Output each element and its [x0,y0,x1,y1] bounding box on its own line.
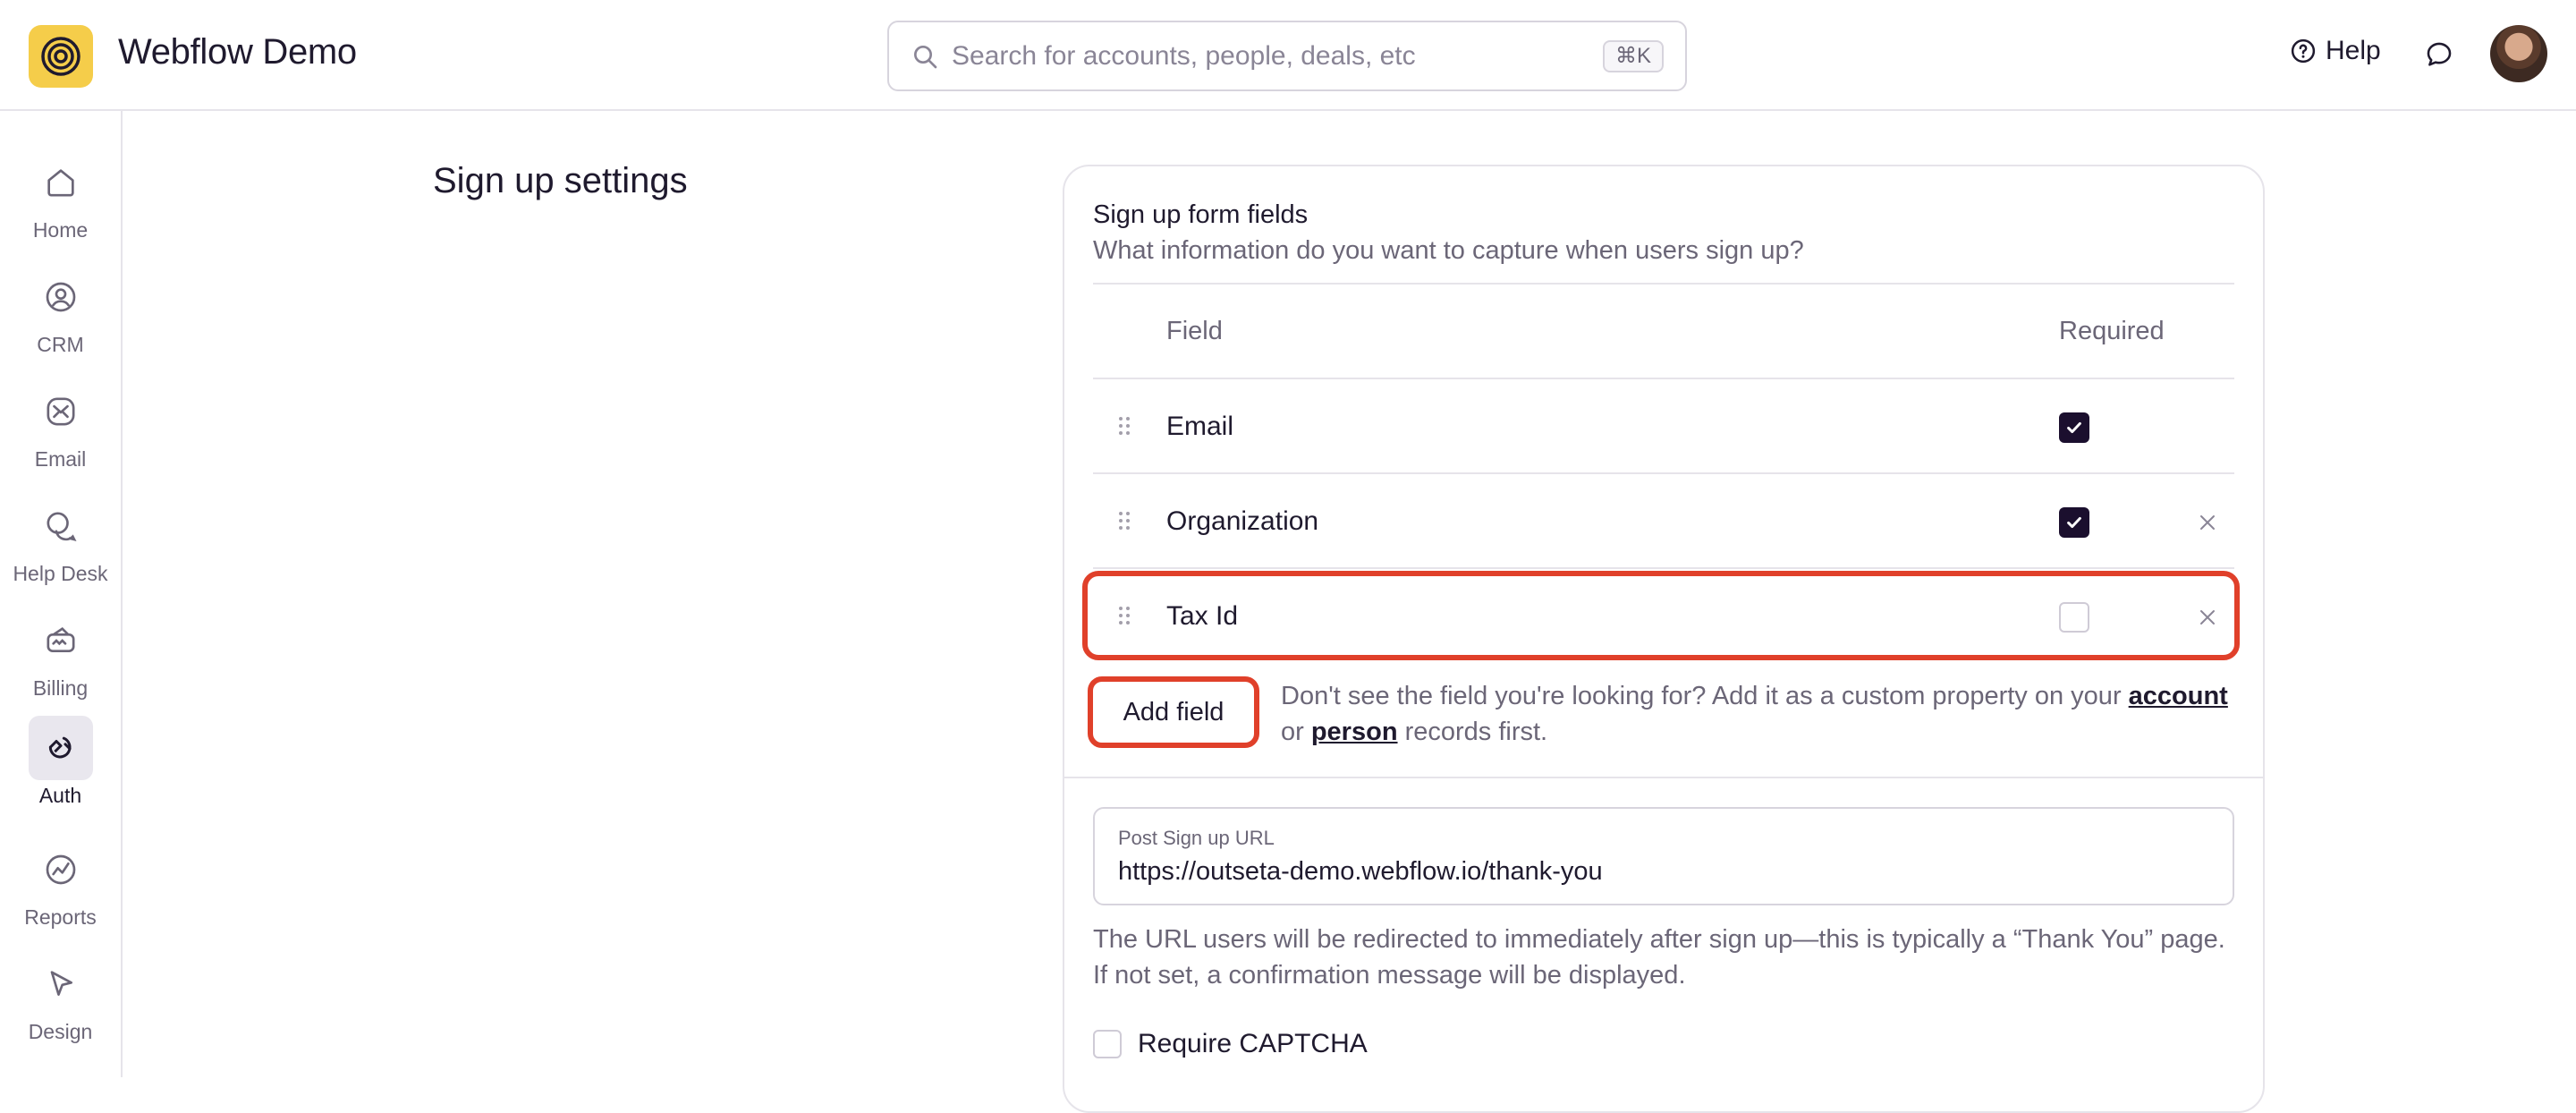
app-title: Webflow Demo [118,32,357,72]
post-signup-url-input[interactable] [1118,857,2191,887]
captcha-checkbox[interactable] [1093,1030,1122,1058]
section-title: Sign up form fields [1093,200,1309,229]
person-link[interactable]: person [1311,718,1398,746]
reports-icon [46,854,75,885]
search-shortcut-badge: ⌘K [1602,40,1664,72]
post-signup-url-field[interactable]: Post Sign up URL [1093,807,2234,905]
field-name: Email [1166,412,1234,441]
required-checkbox[interactable] [2059,507,2089,538]
column-header-required: Required [2059,317,2165,345]
hint-text: or [1281,718,1311,746]
divider [1093,283,2234,285]
chat-bubbles-icon [47,512,77,542]
app-logo[interactable] [29,25,93,88]
sidebar-item-label: Home [32,218,89,242]
auth-icon [48,736,71,759]
home-icon [47,169,74,197]
sidebar-item-reports[interactable]: Reports [0,837,121,936]
sidebar-item-billing[interactable]: Billing [0,608,121,707]
spiral-logo-icon [41,37,80,76]
divider [1093,567,2234,569]
sidebar-item-help-desk[interactable]: Help Desk [0,494,121,592]
drag-handle-icon[interactable] [1118,605,1131,626]
sidebar-item-home[interactable]: Home [0,150,121,249]
column-header-field: Field [1166,317,1223,345]
captcha-label: Require CAPTCHA [1138,1029,1368,1058]
hint-text: records first. [1397,718,1548,746]
field-label: Post Sign up URL [1118,827,1275,849]
sidebar-item-crm[interactable]: CRM [0,265,121,363]
add-field-button[interactable]: Add field [1088,676,1259,748]
required-checkbox[interactable] [2059,602,2089,633]
user-avatar[interactable] [2490,25,2547,82]
sidebar-item-design[interactable]: Design [0,952,121,1050]
drag-handle-icon[interactable] [1118,510,1131,531]
check-icon [2067,516,2081,529]
check-icon [2067,421,2081,434]
hint-text: Don't see the field you're looking for? … [1281,682,2129,710]
divider [1093,378,2234,379]
sidebar-item-label: Design [28,1020,93,1043]
drag-handle-icon[interactable] [1118,415,1131,437]
captcha-option[interactable]: Require CAPTCHA [1093,1029,1368,1059]
question-circle-icon [2291,38,2316,64]
field-name: Organization [1166,506,1319,536]
signup-settings-card: Sign up form fields What information do … [1063,165,2265,1113]
sidebar-item-label: Billing [32,676,89,700]
section-subtitle: What information do you want to capture … [1093,236,1804,265]
add-field-hint: Don't see the field you're looking for? … [1281,678,2229,750]
sidebar-item-email[interactable]: Email [0,379,121,478]
cursor-icon [50,971,72,996]
top-bar: Webflow Demo ⌘K Help [0,0,2576,111]
sidebar-item-label: Reports [24,905,97,929]
billing-icon [47,626,74,652]
field-help-text: The URL users will be redirected to imme… [1093,925,2225,990]
page-title: Sign up settings [433,161,688,200]
remove-field-icon[interactable] [2197,607,2218,628]
field-name: Tax Id [1166,601,1239,631]
search-input[interactable] [952,37,1578,76]
sidebar: Home CRM Email Help Desk Billing Auth Re… [0,111,123,1077]
required-checkbox[interactable] [2059,412,2089,443]
global-search[interactable]: ⌘K [887,21,1687,91]
sidebar-item-auth[interactable]: Auth [0,716,121,814]
divider [1093,472,2234,474]
mail-icon [47,397,74,426]
person-circle-icon [46,282,75,312]
sidebar-item-label: CRM [37,333,84,356]
chat-bubble-icon[interactable] [2424,39,2454,70]
account-link[interactable]: account [2129,682,2228,710]
sidebar-item-label: Email [34,447,87,471]
help-link[interactable]: Help [2290,36,2381,66]
sidebar-item-label: Help Desk [13,562,108,585]
section-divider [1064,777,2263,778]
remove-field-icon[interactable] [2197,512,2218,533]
sidebar-item-label: Auth [38,784,82,807]
search-icon [914,46,937,69]
help-label: Help [2326,36,2381,65]
